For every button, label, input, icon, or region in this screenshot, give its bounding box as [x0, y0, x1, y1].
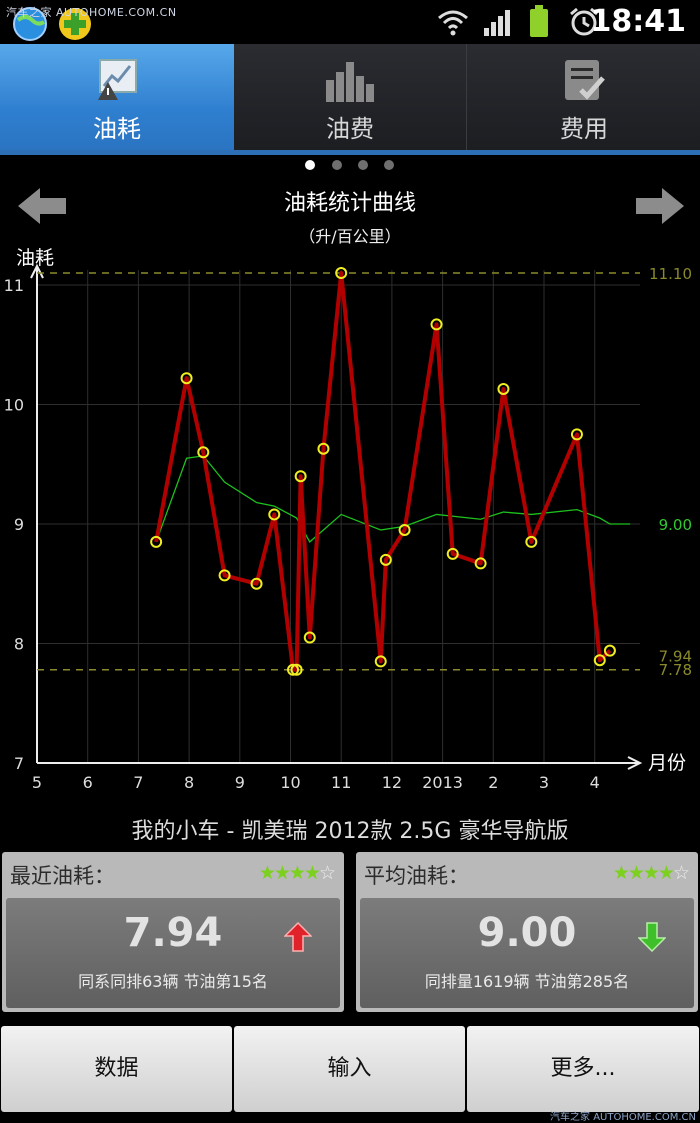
star-icon: ★★★★	[612, 862, 675, 884]
reference-line-label: 7.78	[659, 661, 692, 679]
tab-bar: 油耗 油费 费用	[0, 44, 700, 154]
average-consumption-line	[155, 455, 631, 543]
x-tick-label: 3	[539, 773, 549, 792]
x-tick-label: 11	[331, 773, 351, 792]
input-button[interactable]: 输入	[234, 1026, 465, 1112]
x-tick-label: 8	[184, 773, 194, 792]
average-consumption-rank: 同排量1619辆 节油第285名	[424, 972, 630, 991]
signal-icon	[484, 10, 510, 36]
tab-fuel-consumption[interactable]: 油耗	[0, 44, 234, 154]
x-tick-label: 9	[235, 773, 245, 792]
clock-time: 18:41	[590, 4, 687, 39]
card-title: 最近油耗：	[10, 864, 115, 888]
watermark-text: 汽车之家 AUTOHOME.COM.CN	[6, 6, 177, 19]
y-tick-label: 11	[4, 276, 24, 295]
page-indicator-dot	[358, 160, 368, 170]
star-empty-icon: ☆	[672, 862, 690, 884]
tab-label: 费用	[560, 115, 608, 143]
card-body: 9.00 同排量1619辆 节油第285名	[360, 898, 694, 1008]
tab-underline	[0, 150, 700, 155]
data-button[interactable]: 数据	[1, 1026, 232, 1112]
trend-down-icon	[638, 922, 666, 952]
card-title: 平均油耗：	[364, 864, 469, 888]
y-tick-label: 7	[14, 754, 24, 773]
status-bar: 汽车之家 AUTOHOME.COM.CN 18:41	[0, 0, 700, 44]
rating-stars: ★★★★☆	[612, 862, 690, 884]
checklist-icon	[565, 60, 605, 100]
star-empty-icon: ☆	[318, 862, 336, 884]
page-indicator-dot	[332, 160, 342, 170]
trend-up-icon	[284, 922, 312, 952]
recent-consumption-card: 最近油耗： ★★★★☆ 7.94 同系同排63辆 节油第15名	[2, 852, 344, 1012]
wifi-icon	[438, 10, 468, 36]
more-button[interactable]: 更多...	[467, 1026, 699, 1112]
battery-icon	[530, 5, 548, 37]
average-consumption-card: 平均油耗： ★★★★☆ 9.00 同排量1619辆 节油第285名	[356, 852, 698, 1012]
x-tick-label: 4	[590, 773, 600, 792]
car-model-title: 我的小车 - 凯美瑞 2012款 2.5G 豪华导航版	[131, 819, 569, 844]
x-tick-label: 5	[32, 773, 42, 792]
y-tick-label: 10	[4, 396, 24, 415]
x-tick-label: 2013	[422, 773, 463, 792]
fuel-consumption-chart: 5 6 7 8 9 10 11 12 2013 2 3 4789101111.109.007.947.…	[4, 263, 692, 792]
tab-expenses[interactable]: 费用	[466, 44, 700, 154]
y-tick-label: 9	[14, 515, 24, 534]
card-body: 7.94 同系同排63辆 节油第15名	[6, 898, 340, 1008]
x-tick-label: 10	[280, 773, 300, 792]
bar-chart-icon	[326, 62, 374, 102]
rating-stars: ★★★★☆	[258, 862, 336, 884]
fuel-chart-icon	[98, 59, 137, 100]
page-indicator-dot	[384, 160, 394, 170]
tab-fuel-cost[interactable]: 油费	[234, 44, 466, 154]
chart-title: 油耗统计曲线	[283, 191, 416, 216]
star-icon: ★★★★	[258, 862, 321, 884]
tab-label: 油耗	[93, 115, 141, 143]
recent-consumption-rank: 同系同排63辆 节油第15名	[78, 972, 268, 991]
x-tick-label: 12	[382, 773, 402, 792]
x-tick-label: 7	[133, 773, 143, 792]
page-indicator-dot-active	[305, 160, 315, 170]
tab-label: 油费	[326, 115, 374, 143]
x-tick-label: 6	[83, 773, 93, 792]
reference-line-label: 11.10	[649, 265, 692, 283]
watermark-text: 汽车之家 AUTOHOME.COM.CN	[550, 1112, 696, 1123]
x-tick-label: 2	[488, 773, 498, 792]
y-tick-label: 8	[14, 635, 24, 654]
reference-line-label: 9.00	[659, 516, 692, 534]
consumption-line	[154, 271, 612, 672]
